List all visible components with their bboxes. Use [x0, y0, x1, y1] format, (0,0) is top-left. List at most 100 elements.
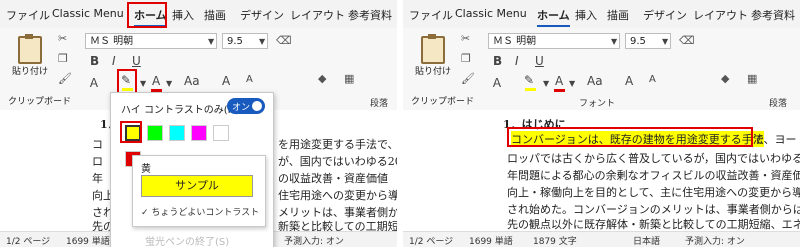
text-effects-icon[interactable]: Ａ [491, 74, 503, 91]
tooltip-color-name: 黄 [141, 164, 151, 175]
status-predict[interactable]: 予測入力: オン [685, 234, 745, 247]
highlighted-line-tail: で、ヨー [753, 133, 797, 146]
shading-icon[interactable]: ◆ [318, 72, 326, 85]
tab-design[interactable]: デザイン [240, 7, 284, 23]
tab-file[interactable]: ファイル [409, 7, 453, 23]
paste-label[interactable]: 貼り付け [415, 64, 451, 77]
high-contrast-toggle[interactable]: オン [227, 98, 265, 114]
clear-format-icon[interactable]: ⌫ [276, 34, 292, 47]
clear-format-icon[interactable]: ⌫ [679, 34, 695, 47]
change-case-button[interactable]: Aa [587, 74, 603, 88]
font-color-bar [554, 89, 565, 92]
highlight-dropdown-icon[interactable]: ▼ [543, 79, 549, 88]
paste-label[interactable]: 貼り付け [12, 64, 48, 77]
tooltip-contrast-note: ✓ ちょうどよいコントラスト [141, 208, 260, 218]
cut-icon[interactable]: ✂ [58, 32, 67, 45]
shrink-font-button[interactable]: A [649, 74, 656, 85]
border-icon[interactable]: ▦ [344, 72, 354, 85]
tab-layout[interactable]: レイアウト [290, 7, 345, 23]
change-case-button[interactable]: Aa [184, 74, 200, 88]
status-words[interactable]: 1699 単語 [469, 234, 513, 247]
left-screenshot: ファイル Classic Menu ホーム 挿入 描画 デザイン レイアウト 参… [0, 0, 397, 247]
tab-home[interactable]: ホーム [134, 7, 167, 27]
format-painter-icon[interactable]: 🖌 [461, 72, 475, 85]
tab-insert[interactable]: 挿入 [575, 7, 597, 23]
font-color-dropdown-icon[interactable]: ▼ [569, 79, 575, 88]
tab-design[interactable]: デザイン [643, 7, 687, 23]
grow-font-button[interactable]: A [222, 74, 230, 88]
high-contrast-label: ハイ コントラストのみ(H) [121, 105, 240, 116]
font-color-dropdown-icon[interactable]: ▼ [166, 79, 172, 88]
highlight-color-bar [525, 88, 536, 91]
swatch-green[interactable] [147, 125, 163, 141]
doc-line: を用途変更する手法で、ヨー [278, 138, 397, 151]
clipboard-group-label: クリップボード [411, 97, 475, 107]
italic-button[interactable]: I [515, 54, 519, 68]
doc-line: の収益改善・資産価値 [278, 172, 388, 185]
swatch-yellow[interactable] [125, 125, 141, 141]
status-bar: 1/2 ページ 1699 単語 1879 文字 日本語 予測入力: オン [403, 231, 800, 247]
font-color-button[interactable]: A [152, 74, 160, 88]
status-page[interactable]: 1/2 ページ [6, 234, 50, 247]
document-heading: 1．はじめに [503, 118, 566, 131]
tab-classic-menu[interactable]: Classic Menu [52, 7, 124, 20]
shrink-font-button[interactable]: A [246, 74, 253, 85]
text-effects-icon[interactable]: Ａ [88, 74, 100, 91]
grow-font-button[interactable]: A [625, 74, 633, 88]
paste-icon[interactable] [421, 34, 445, 64]
stop-highlighting-item[interactable]: 蛍光ペンの終了(S) [145, 233, 229, 247]
color-tooltip: 黄 サンプル ✓ ちょうどよいコントラスト [132, 155, 266, 227]
swatch-cyan[interactable] [169, 125, 185, 141]
copy-icon[interactable]: ❐ [58, 52, 68, 65]
tooltip-sample: サンプル [141, 175, 253, 197]
highlighted-text[interactable]: コンバージョンは、既存の建物を用途変更する手法 [511, 131, 764, 147]
highlight-dropdown-icon[interactable]: ▼ [140, 79, 146, 88]
underline-button[interactable]: U [535, 54, 544, 68]
bold-button[interactable]: B [90, 54, 99, 68]
font-name-dropdown-icon[interactable]: ▼ [208, 37, 214, 46]
font-name-box[interactable]: ＭＳ 明朝 [85, 33, 217, 49]
tab-layout[interactable]: レイアウト [693, 7, 748, 23]
highlight-pen-icon[interactable]: ✎ [121, 73, 131, 87]
cut-icon[interactable]: ✂ [461, 32, 470, 45]
doc-line-prefix: 年 [92, 172, 103, 185]
font-group-label: フォント [579, 99, 616, 109]
toggle-knob [252, 101, 262, 111]
tab-draw[interactable]: 描画 [204, 7, 226, 23]
tab-insert[interactable]: 挿入 [172, 7, 194, 23]
tab-draw[interactable]: 描画 [607, 7, 629, 23]
swatch-magenta[interactable] [191, 125, 207, 141]
tab-file[interactable]: ファイル [6, 7, 50, 23]
tab-classic-menu[interactable]: Classic Menu [455, 7, 527, 20]
paragraph-group-label: 段落 [370, 99, 389, 109]
tab-references[interactable]: 参考資料 [751, 7, 795, 23]
font-size-dropdown-icon[interactable]: ▼ [662, 37, 668, 46]
shading-icon[interactable]: ◆ [721, 72, 729, 85]
status-language[interactable]: 日本語 [633, 234, 660, 247]
document-area[interactable]: 1．はじめに コンバージョンは、既存の建物を用途変更する手法 で、ヨー ロッパで… [403, 110, 800, 231]
highlight-pen-icon[interactable]: ✎ [524, 73, 534, 87]
tab-home[interactable]: ホーム [537, 7, 570, 27]
status-chars[interactable]: 1879 文字 [533, 234, 577, 247]
border-icon[interactable]: ▦ [747, 72, 757, 85]
swatch-white[interactable] [213, 125, 229, 141]
font-color-button[interactable]: A [555, 74, 563, 88]
status-predict[interactable]: 予測入力: オン [284, 234, 344, 247]
paste-icon[interactable] [18, 34, 42, 64]
font-size-dropdown-icon[interactable]: ▼ [259, 37, 265, 46]
font-name-dropdown-icon[interactable]: ▼ [611, 37, 617, 46]
copy-icon[interactable]: ❐ [461, 52, 471, 65]
bold-button[interactable]: B [493, 54, 502, 68]
right-screenshot: ファイル Classic Menu ホーム 挿入 描画 デザイン レイアウト 参… [403, 0, 800, 247]
tab-references[interactable]: 参考資料 [348, 7, 392, 23]
font-name-box[interactable]: ＭＳ 明朝 [488, 33, 620, 49]
underline-button[interactable]: U [132, 54, 141, 68]
doc-line: が、国内ではいわゆる2003 [278, 155, 397, 168]
status-page[interactable]: 1/2 ページ [409, 234, 453, 247]
format-painter-icon[interactable]: 🖌 [58, 72, 72, 85]
ribbon: 貼り付け ✂ ❐ 🖌 クリップボード ＭＳ 明朝 ▼ 9.5 ▼ ⌫ B I U… [403, 28, 800, 111]
clipboard-group-label: クリップボード [8, 97, 72, 107]
italic-button[interactable]: I [112, 54, 116, 68]
status-words[interactable]: 1699 単語 [66, 234, 110, 247]
doc-line-prefix: コ [92, 138, 103, 151]
